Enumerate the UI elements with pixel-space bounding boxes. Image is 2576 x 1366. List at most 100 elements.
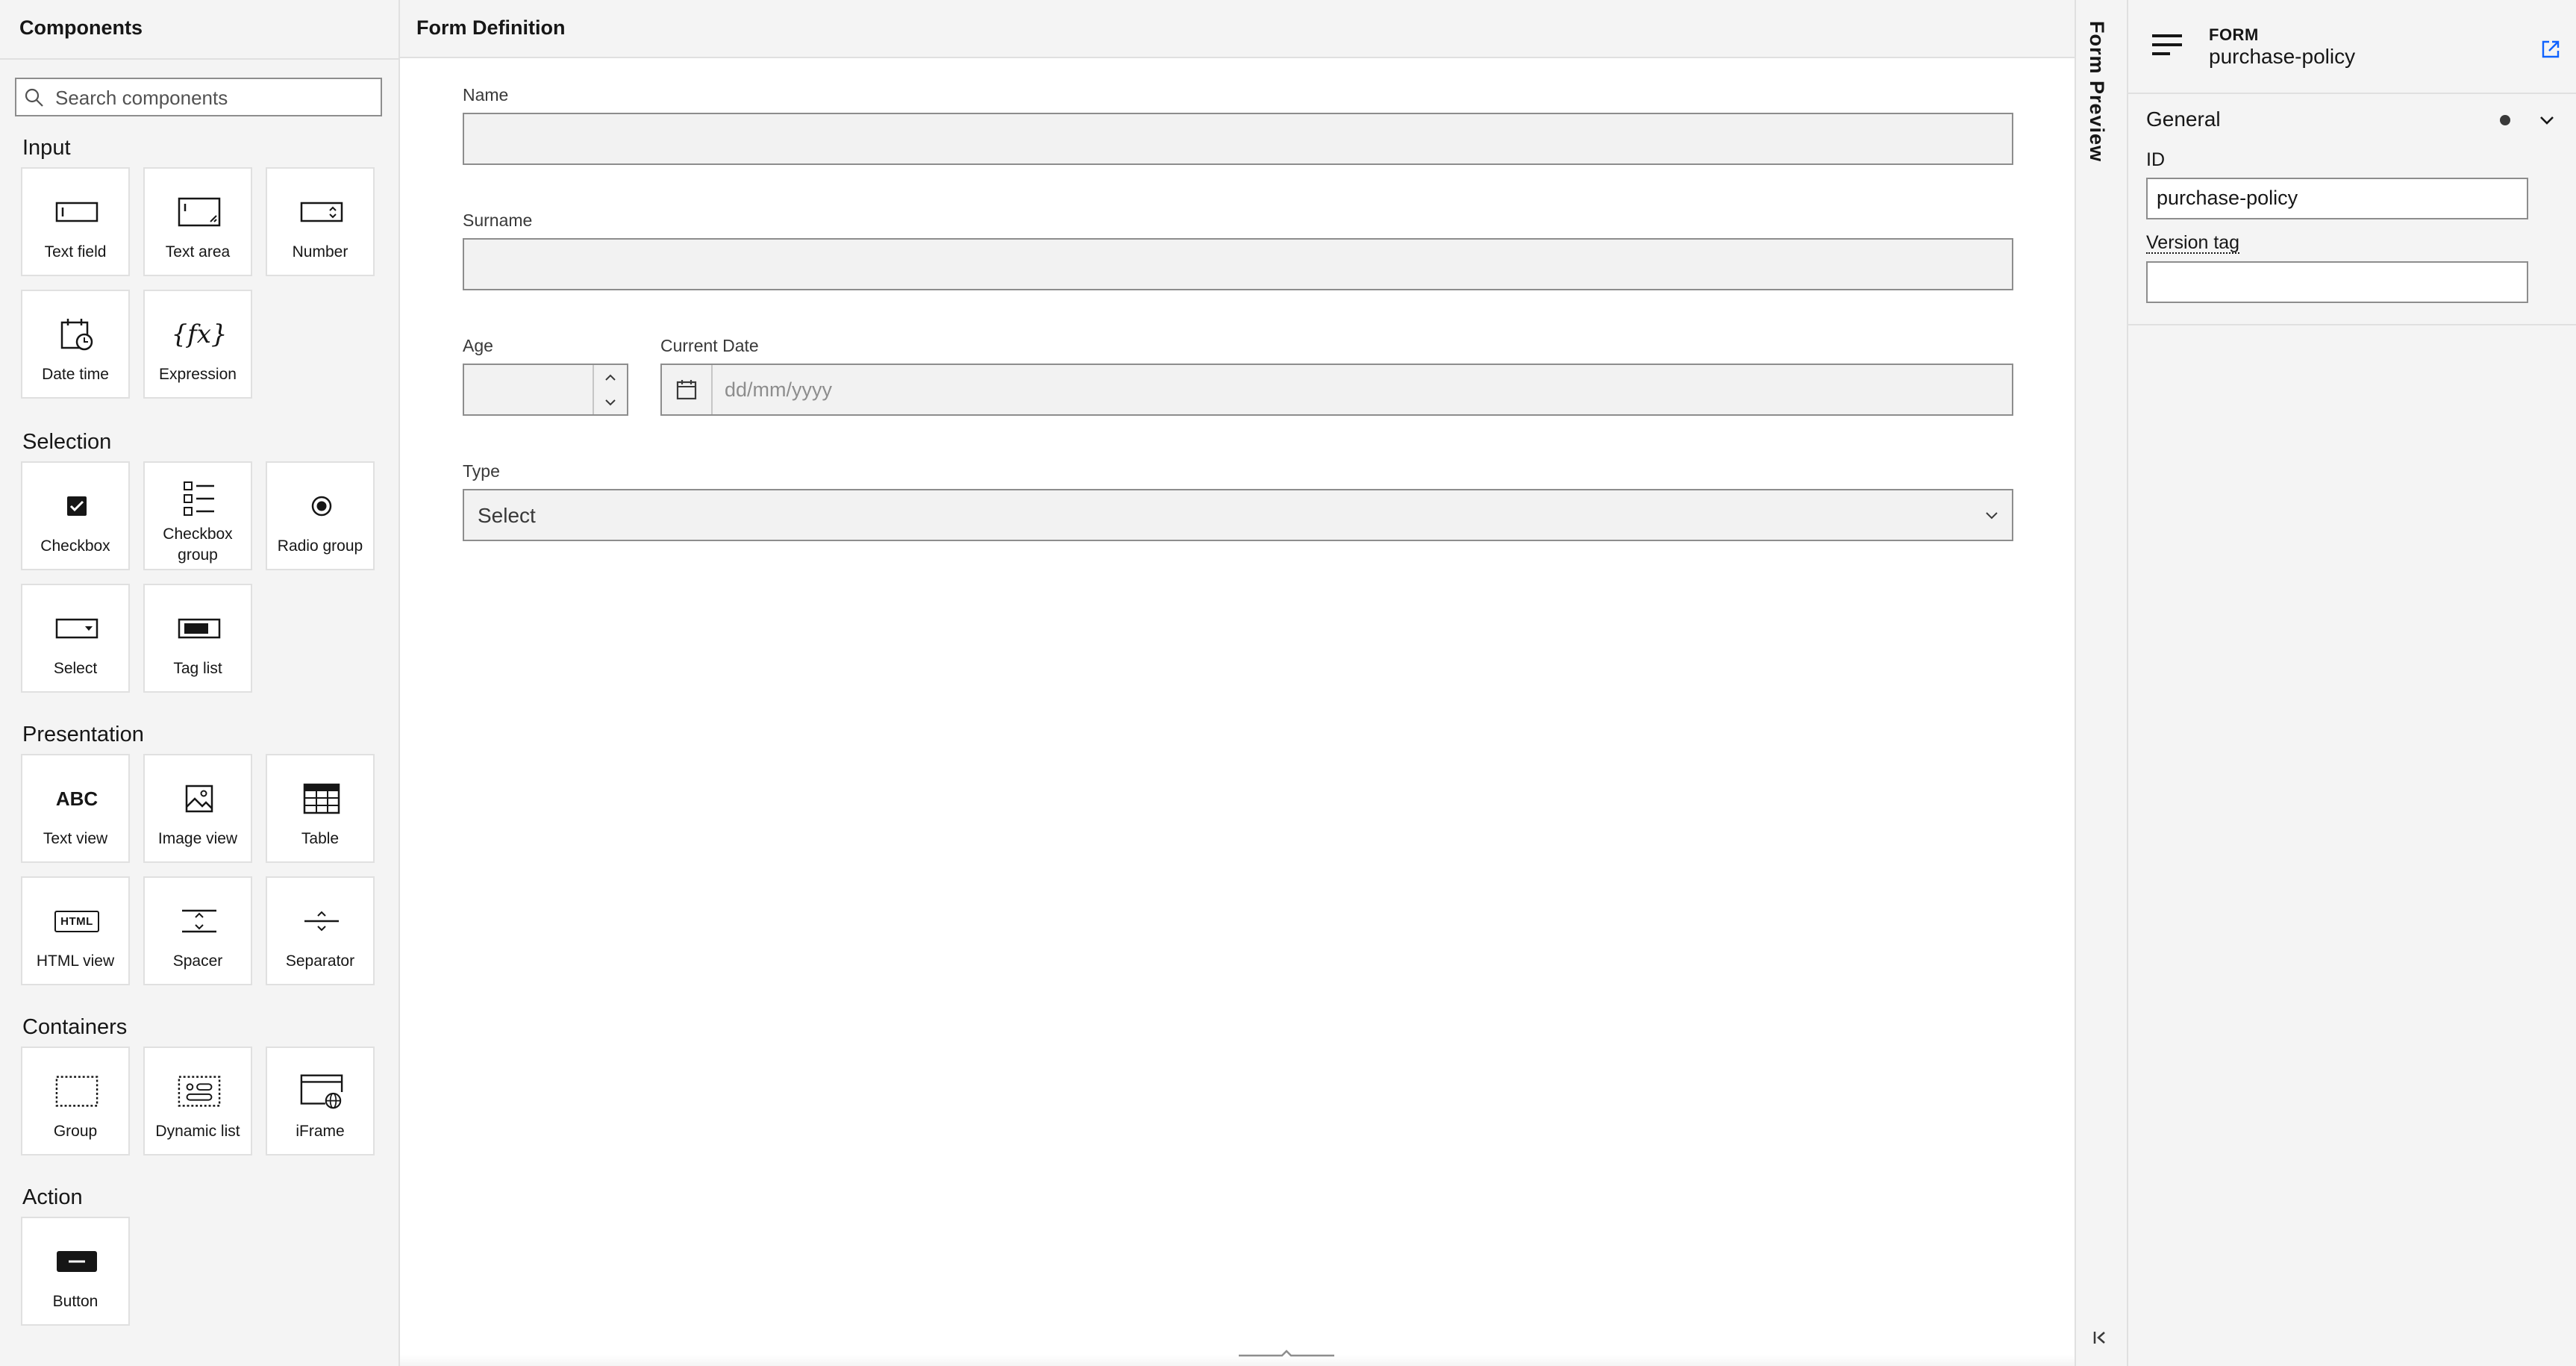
chevron-down-icon[interactable] [594, 390, 627, 414]
group-title-containers: Containers [22, 1015, 128, 1039]
properties-divider [2128, 324, 2576, 325]
search-input[interactable] [54, 79, 370, 116]
radio-group-icon [299, 485, 344, 527]
form-preview-label[interactable]: Form Preview [2085, 21, 2108, 162]
form-preview-strip[interactable] [2075, 0, 2128, 1366]
tile-label: Button [52, 1293, 99, 1310]
id-input[interactable]: purchase-policy [2146, 178, 2528, 219]
general-section-title: General [2146, 107, 2221, 131]
component-separator[interactable]: Separator [266, 876, 375, 985]
name-label: Name [463, 85, 509, 105]
components-palette: Components Input Text field Text area Nu… [0, 0, 400, 1366]
text-view-icon: ABC [55, 787, 99, 810]
age-field[interactable] [463, 364, 628, 416]
text-area-icon [177, 191, 222, 233]
tile-label: Checkbox [40, 537, 110, 555]
general-section-header[interactable]: General [2128, 96, 2576, 143]
chevron-down-icon[interactable] [2537, 110, 2557, 134]
tile-label: Separator [285, 952, 355, 970]
group-title-selection: Selection [22, 430, 112, 454]
component-dynamic-list[interactable]: Dynamic list [143, 1047, 252, 1156]
date-placeholder: dd/mm/yyyy [725, 378, 833, 401]
calendar-icon[interactable] [662, 365, 713, 414]
component-date-time[interactable]: Date time [21, 290, 130, 399]
group-title-input: Input [22, 136, 71, 160]
age-stepper[interactable] [593, 365, 627, 414]
tile-label: Text field [44, 243, 107, 261]
date-time-icon [54, 314, 99, 355]
iframe-icon [299, 1070, 344, 1112]
component-select[interactable]: Select [21, 584, 130, 693]
component-text-area[interactable]: Text area [143, 167, 252, 276]
tile-label: Table [301, 830, 340, 847]
editor-title: Form Definition [416, 16, 566, 39]
separator-icon [299, 900, 344, 942]
launch-icon[interactable] [2540, 39, 2561, 63]
version-tag-label: Version tag [2146, 232, 2240, 254]
name-field[interactable] [463, 113, 2013, 165]
tile-label: Number [292, 243, 348, 261]
component-text-field[interactable]: Text field [21, 167, 130, 276]
html-view-icon: HTML [54, 900, 99, 942]
component-search[interactable] [15, 78, 382, 116]
component-number[interactable]: Number [266, 167, 375, 276]
tile-label: Dynamic list [155, 1123, 240, 1140]
type-select-value: Select [478, 504, 536, 527]
tile-label: Text view [43, 830, 108, 847]
button-icon [54, 1241, 99, 1282]
chevron-down-icon [1983, 507, 2000, 527]
tile-label: Text area [165, 243, 231, 261]
component-table[interactable]: Table [266, 754, 375, 863]
spacer-icon [177, 900, 222, 942]
collapse-panel-icon[interactable] [2091, 1329, 2109, 1350]
current-date-field[interactable]: dd/mm/yyyy [660, 364, 2013, 416]
component-spacer[interactable]: Spacer [143, 876, 252, 985]
tile-label: Checkbox group [163, 525, 233, 564]
component-html-view[interactable]: HTML HTML view [21, 876, 130, 985]
table-icon [299, 778, 344, 820]
number-icon [299, 191, 344, 233]
tile-label: Radio group [277, 537, 363, 555]
component-image-view[interactable]: Image view [143, 754, 252, 863]
section-indicator-dot [2500, 115, 2510, 125]
component-checkbox[interactable]: Checkbox [21, 461, 130, 570]
version-tag-input[interactable] [2146, 261, 2528, 303]
tile-label: Image view [157, 830, 238, 847]
dynamic-list-icon [177, 1070, 222, 1112]
component-checkbox-group[interactable]: Checkbox group [143, 461, 252, 570]
component-tag-list[interactable]: Tag list [143, 584, 252, 693]
type-select[interactable]: Select [463, 489, 2013, 541]
form-icon [2151, 33, 2183, 63]
component-iframe[interactable]: iFrame [266, 1047, 375, 1156]
properties-element-name: purchase-policy [2209, 45, 2356, 68]
resize-handle[interactable] [1239, 1347, 1334, 1357]
expression-icon: {fx} [171, 319, 228, 349]
component-text-view[interactable]: ABC Text view [21, 754, 130, 863]
tile-label: Tag list [173, 660, 222, 677]
component-expression[interactable]: {fx} Expression [143, 290, 252, 399]
tile-label: Date time [42, 366, 109, 383]
checkbox-group-icon [177, 478, 222, 520]
editor-bottom-shade [400, 1355, 2075, 1366]
properties-element-type: FORM [2209, 25, 2259, 44]
tile-label: Group [53, 1123, 98, 1140]
checkbox-icon [54, 485, 99, 527]
properties-header: FORM purchase-policy [2128, 0, 2576, 94]
palette-title: Components [19, 16, 143, 39]
component-radio-group[interactable]: Radio group [266, 461, 375, 570]
tag-list-icon [177, 608, 222, 649]
id-label: ID [2146, 149, 2165, 170]
component-group[interactable]: Group [21, 1047, 130, 1156]
editor-header: Form Definition [400, 0, 2075, 58]
surname-field[interactable] [463, 238, 2013, 290]
tile-label: Select [53, 660, 98, 677]
current-date-label: Current Date [660, 336, 759, 355]
component-button[interactable]: Button [21, 1217, 130, 1326]
group-title-action: Action [22, 1185, 83, 1209]
text-field-icon [54, 191, 99, 233]
chevron-up-icon[interactable] [594, 365, 627, 390]
search-icon [25, 88, 43, 107]
tile-label: Spacer [172, 952, 223, 970]
properties-panel: FORM purchase-policy General ID purchase… [2128, 0, 2576, 1366]
html-view-glyph: HTML [54, 910, 99, 932]
